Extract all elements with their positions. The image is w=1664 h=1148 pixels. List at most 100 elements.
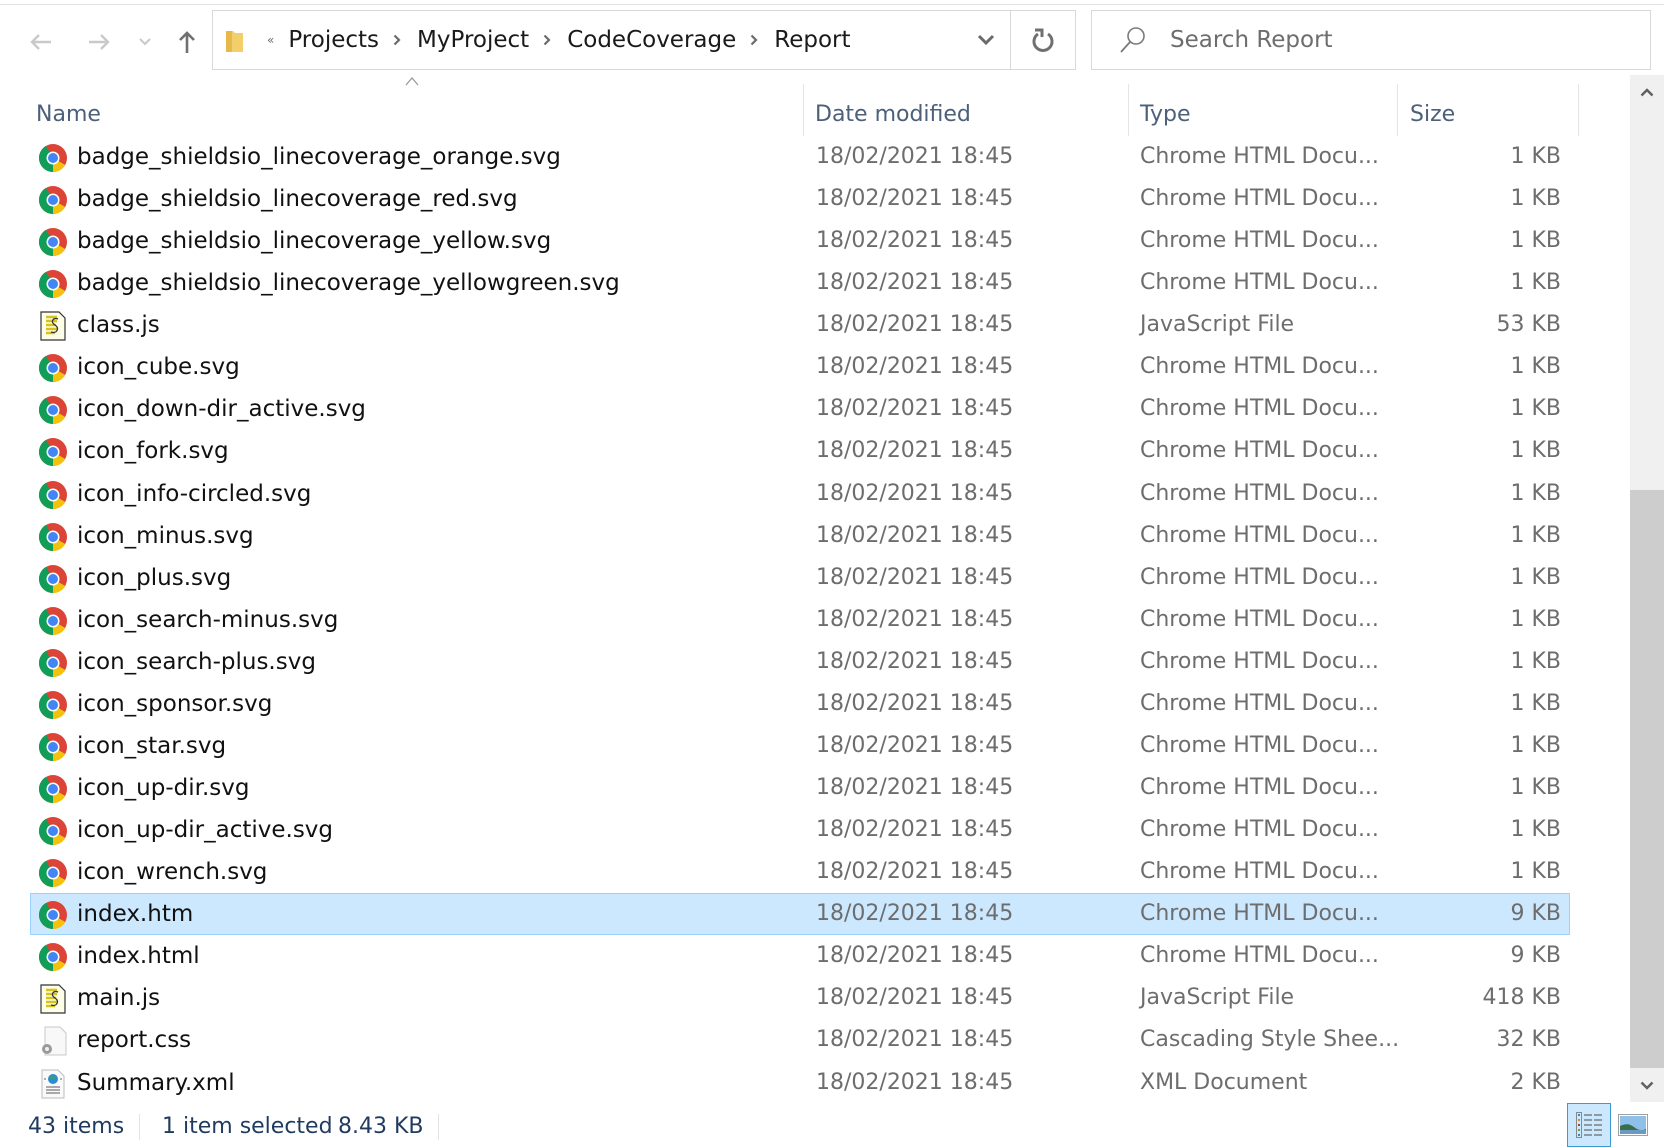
file-row[interactable]: icon_minus.svg 18/02/2021 18:45 Chrome HTM… xyxy=(30,515,1570,557)
file-date-modified: 18/02/2021 18:45 xyxy=(816,522,1014,548)
file-row[interactable]: icon_info-circled.svg 18/02/2021 18:45 Chr… xyxy=(30,473,1570,515)
status-bar: 43 items 1 item selected 8.43 KB xyxy=(0,1104,1664,1148)
file-type: Chrome HTML Docu... xyxy=(1140,396,1379,422)
file-row[interactable]: index.html 18/02/2021 18:45 Chrome HTML Do… xyxy=(30,935,1570,977)
file-name: main.js xyxy=(77,985,161,1012)
file-name: badge_shieldsio_linecoverage_yellowgreen… xyxy=(77,270,620,297)
chrome-file-icon xyxy=(38,395,68,425)
chrome-file-icon xyxy=(38,774,68,804)
scrollbar-thumb[interactable] xyxy=(1630,490,1664,1068)
file-date-modified: 18/02/2021 18:45 xyxy=(816,606,1014,632)
breadcrumb-myproject[interactable]: MyProject xyxy=(417,27,529,53)
breadcrumb-codecoverage[interactable]: CodeCoverage xyxy=(567,27,736,53)
chevron-right-icon[interactable] xyxy=(393,33,403,47)
file-row[interactable]: icon_up-dir.svg 18/02/2021 18:45 Chrome HT… xyxy=(30,767,1570,809)
vertical-scrollbar[interactable] xyxy=(1630,75,1664,1102)
recent-locations-button[interactable] xyxy=(134,24,156,60)
file-row[interactable]: icon_star.svg 18/02/2021 18:45 Chrome HTML… xyxy=(30,725,1570,767)
file-row[interactable]: icon_cube.svg 18/02/2021 18:45 Chrome HTML… xyxy=(30,346,1570,388)
file-size: 1 KB xyxy=(1510,438,1561,464)
scroll-up-button[interactable] xyxy=(1630,75,1664,109)
file-type: Chrome HTML Docu... xyxy=(1140,354,1379,380)
file-row[interactable]: icon_fork.svg 18/02/2021 18:45 Chrome HTML… xyxy=(30,430,1570,472)
breadcrumb-overflow[interactable]: « xyxy=(267,33,274,47)
file-date-modified: 18/02/2021 18:45 xyxy=(816,817,1014,843)
breadcrumb-report[interactable]: Report xyxy=(774,27,850,53)
file-date-modified: 18/02/2021 18:45 xyxy=(816,901,1014,927)
file-row[interactable]: icon_sponsor.svg 18/02/2021 18:45 Chrome H… xyxy=(30,683,1570,725)
up-button[interactable] xyxy=(174,24,200,60)
chrome-file-icon xyxy=(38,269,68,299)
back-button[interactable] xyxy=(26,24,56,60)
chrome-file-icon xyxy=(38,648,68,678)
file-type: Chrome HTML Docu... xyxy=(1140,901,1379,927)
file-row[interactable]: main.js 18/02/2021 18:45 JavaScript File 41… xyxy=(30,977,1570,1019)
file-row[interactable]: badge_shieldsio_linecoverage_orange.svg 1… xyxy=(30,136,1570,178)
breadcrumb-projects[interactable]: Projects xyxy=(288,27,379,53)
file-row[interactable]: badge_shieldsio_linecoverage_yellowgreen… xyxy=(30,262,1570,304)
file-name: icon_star.svg xyxy=(77,732,227,759)
file-date-modified: 18/02/2021 18:45 xyxy=(816,144,1014,169)
folder-icon xyxy=(225,28,245,52)
file-date-modified: 18/02/2021 18:45 xyxy=(816,312,1014,338)
column-divider[interactable] xyxy=(803,84,804,136)
chevron-right-icon[interactable] xyxy=(543,33,553,47)
file-row[interactable]: icon_search-plus.svg 18/02/2021 18:45 Chro… xyxy=(30,641,1570,683)
details-view-button[interactable] xyxy=(1567,1103,1611,1147)
file-date-modified: 18/02/2021 18:45 xyxy=(816,564,1014,590)
file-row[interactable]: class.js 18/02/2021 18:45 JavaScript File 5… xyxy=(30,304,1570,346)
column-divider[interactable] xyxy=(1578,84,1579,136)
file-row[interactable]: icon_wrench.svg 18/02/2021 18:45 Chrome HT… xyxy=(30,851,1570,893)
column-header-size[interactable]: Size xyxy=(1410,92,1576,136)
file-row[interactable]: Summary.xml 18/02/2021 18:45 XML Document 2… xyxy=(30,1062,1570,1104)
file-size: 1 KB xyxy=(1510,270,1561,296)
chrome-file-icon xyxy=(38,480,68,510)
window-top-border xyxy=(0,0,1664,5)
item-count: 43 items xyxy=(28,1114,125,1139)
file-row[interactable]: icon_plus.svg 18/02/2021 18:45 Chrome HTML… xyxy=(30,557,1570,599)
file-name: badge_shieldsio_linecoverage_yellow.svg xyxy=(77,228,552,255)
search-input[interactable] xyxy=(1168,26,1612,54)
file-type: JavaScript File xyxy=(1140,312,1295,338)
column-header-date[interactable]: Date modified xyxy=(815,92,1127,136)
javascript-file-icon xyxy=(38,984,68,1014)
column-divider[interactable] xyxy=(1397,84,1398,136)
file-date-modified: 18/02/2021 18:45 xyxy=(816,648,1014,674)
scroll-down-button[interactable] xyxy=(1630,1068,1664,1102)
file-size: 9 KB xyxy=(1510,901,1561,927)
column-divider[interactable] xyxy=(1128,84,1129,136)
file-row[interactable]: badge_shieldsio_linecoverage_yellow.svg 1… xyxy=(30,220,1570,262)
address-dropdown-button[interactable] xyxy=(961,11,1011,69)
chevron-down-icon xyxy=(1640,1081,1654,1090)
file-type: Chrome HTML Docu... xyxy=(1140,775,1379,801)
file-row[interactable]: index.htm 18/02/2021 18:45 Chrome HTML Doc… xyxy=(30,893,1570,936)
column-header-type[interactable]: Type xyxy=(1140,92,1396,136)
file-row[interactable]: icon_search-minus.svg 18/02/2021 18:45 Chr… xyxy=(30,599,1570,641)
file-row[interactable]: icon_up-dir_active.svg 18/02/2021 18:45 Ch… xyxy=(30,809,1570,851)
details-view-icon xyxy=(1576,1112,1602,1138)
file-size: 1 KB xyxy=(1510,606,1561,632)
file-type: Chrome HTML Docu... xyxy=(1140,564,1379,590)
search-box[interactable] xyxy=(1091,10,1651,70)
file-row[interactable]: report.css 18/02/2021 18:45 Cascading Styl… xyxy=(30,1019,1570,1061)
file-type: Chrome HTML Docu... xyxy=(1140,690,1379,716)
file-row[interactable]: icon_down-dir_active.svg 18/02/2021 18:45… xyxy=(30,388,1570,430)
file-name: icon_search-minus.svg xyxy=(77,606,339,633)
chrome-file-icon xyxy=(38,437,68,467)
file-date-modified: 18/02/2021 18:45 xyxy=(816,480,1014,506)
chevron-right-icon[interactable] xyxy=(750,33,760,47)
chrome-file-icon xyxy=(38,143,68,173)
selection-count: 1 item selected xyxy=(162,1114,333,1139)
large-icons-view-button[interactable] xyxy=(1618,1114,1648,1136)
column-header-name[interactable]: Name xyxy=(36,92,802,136)
search-icon xyxy=(1118,25,1148,55)
file-row[interactable]: badge_shieldsio_linecoverage_red.svg 18/0… xyxy=(30,178,1570,220)
refresh-button[interactable] xyxy=(1010,11,1075,69)
file-name: badge_shieldsio_linecoverage_orange.svg xyxy=(77,144,561,170)
file-name: icon_up-dir_active.svg xyxy=(77,817,334,844)
file-date-modified: 18/02/2021 18:45 xyxy=(816,1027,1014,1053)
forward-button[interactable] xyxy=(84,24,114,60)
address-bar[interactable]: « Projects MyProject CodeCoverage Report xyxy=(212,10,1076,70)
file-size: 1 KB xyxy=(1510,732,1561,758)
file-size: 9 KB xyxy=(1510,943,1561,969)
